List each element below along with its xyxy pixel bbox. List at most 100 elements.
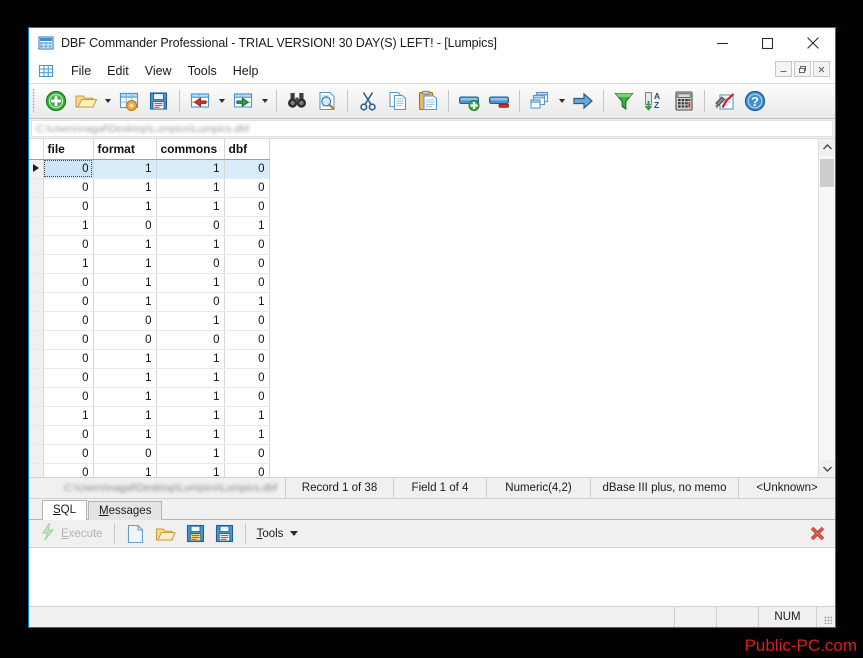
- cell-format[interactable]: 1: [93, 406, 157, 426]
- cell-commons[interactable]: 1: [156, 178, 225, 198]
- save-icon[interactable]: [144, 86, 174, 116]
- row-indicator[interactable]: [29, 254, 44, 274]
- add-record-icon[interactable]: [454, 86, 484, 116]
- column-header-format[interactable]: format: [93, 139, 157, 160]
- cell-dbf[interactable]: 0: [224, 197, 270, 217]
- row-indicator[interactable]: [29, 444, 44, 464]
- cell-format[interactable]: 1: [93, 254, 157, 274]
- scroll-up-button[interactable]: [819, 139, 835, 156]
- structure-icon[interactable]: [114, 86, 144, 116]
- table-row[interactable]: 0110: [29, 235, 270, 255]
- cell-commons[interactable]: 0: [156, 292, 225, 312]
- open-icon[interactable]: [71, 86, 101, 116]
- table-row[interactable]: 1001: [29, 216, 270, 236]
- cell-dbf[interactable]: 0: [224, 387, 270, 407]
- cell-commons[interactable]: 1: [156, 425, 225, 445]
- row-indicator[interactable]: [29, 311, 44, 331]
- cell-dbf[interactable]: 1: [224, 406, 270, 426]
- cell-file[interactable]: 1: [43, 216, 94, 236]
- table-row[interactable]: 0010: [29, 444, 270, 464]
- mdi-restore-button[interactable]: [794, 61, 811, 77]
- table-row[interactable]: 0110: [29, 159, 270, 179]
- cell-format[interactable]: 1: [93, 292, 157, 312]
- export-dropdown-arrow[interactable]: [258, 86, 271, 116]
- cell-dbf[interactable]: 0: [224, 368, 270, 388]
- sql-close-button[interactable]: [808, 524, 827, 548]
- cell-format[interactable]: 1: [93, 349, 157, 369]
- cell-file[interactable]: 0: [43, 444, 94, 464]
- cell-format[interactable]: 1: [93, 387, 157, 407]
- cell-commons[interactable]: 0: [156, 216, 225, 236]
- duplicate-dropdown-arrow[interactable]: [555, 86, 568, 116]
- cell-file[interactable]: 0: [43, 159, 94, 179]
- cell-dbf[interactable]: 0: [224, 235, 270, 255]
- cell-format[interactable]: 1: [93, 425, 157, 445]
- delete-record-icon[interactable]: [484, 86, 514, 116]
- table-row[interactable]: 1111: [29, 406, 270, 426]
- cell-file[interactable]: 0: [43, 387, 94, 407]
- cell-commons[interactable]: 0: [156, 330, 225, 350]
- cell-commons[interactable]: 1: [156, 444, 225, 464]
- row-indicator[interactable]: [29, 178, 44, 198]
- mdi-close-button[interactable]: [813, 61, 830, 77]
- calculator-icon[interactable]: [669, 86, 699, 116]
- options-icon[interactable]: [710, 86, 740, 116]
- table-row[interactable]: 0111: [29, 425, 270, 445]
- row-indicator[interactable]: [29, 368, 44, 388]
- cell-dbf[interactable]: 1: [224, 292, 270, 312]
- table-row[interactable]: 1100: [29, 254, 270, 274]
- cell-commons[interactable]: 1: [156, 235, 225, 255]
- maximize-button[interactable]: [745, 28, 790, 58]
- cell-dbf[interactable]: 1: [224, 425, 270, 445]
- path-input[interactable]: C:\Users\nagaf\Desktop\Lumpics\Lumpics.d…: [31, 120, 833, 137]
- cell-format[interactable]: 0: [93, 216, 157, 236]
- table-row[interactable]: 0000: [29, 330, 270, 350]
- cell-commons[interactable]: 1: [156, 273, 225, 293]
- data-grid[interactable]: file format commons dbf 0110011001101001…: [29, 139, 818, 477]
- cell-file[interactable]: 0: [43, 425, 94, 445]
- floppy-save-as-icon[interactable]: [210, 522, 239, 546]
- row-indicator[interactable]: [29, 387, 44, 407]
- goto-icon[interactable]: [568, 86, 598, 116]
- cell-dbf[interactable]: 0: [224, 311, 270, 331]
- cell-dbf[interactable]: 0: [224, 159, 270, 179]
- table-row[interactable]: 0110: [29, 387, 270, 407]
- import-icon[interactable]: [185, 86, 215, 116]
- cell-format[interactable]: 1: [93, 368, 157, 388]
- scroll-track[interactable]: [819, 156, 835, 460]
- sql-editor[interactable]: [29, 548, 835, 606]
- cell-file[interactable]: 0: [43, 463, 94, 477]
- open-dropdown-arrow[interactable]: [101, 86, 114, 116]
- cell-file[interactable]: 0: [43, 235, 94, 255]
- cell-file[interactable]: 1: [43, 406, 94, 426]
- export-icon[interactable]: [228, 86, 258, 116]
- row-indicator[interactable]: [29, 330, 44, 350]
- cell-dbf[interactable]: 0: [224, 463, 270, 477]
- scroll-down-button[interactable]: [819, 460, 835, 477]
- cell-format[interactable]: 1: [93, 235, 157, 255]
- tab-messages[interactable]: Messages: [88, 501, 163, 520]
- table-row[interactable]: 0101: [29, 292, 270, 312]
- cell-file[interactable]: 0: [43, 311, 94, 331]
- cell-format[interactable]: 1: [93, 273, 157, 293]
- cell-file[interactable]: 0: [43, 178, 94, 198]
- row-indicator[interactable]: [29, 292, 44, 312]
- cell-format[interactable]: 0: [93, 330, 157, 350]
- cell-file[interactable]: 0: [43, 292, 94, 312]
- cell-dbf[interactable]: 1: [224, 216, 270, 236]
- cell-commons[interactable]: 0: [156, 254, 225, 274]
- sql-tools-button[interactable]: Tools: [252, 522, 304, 546]
- mdi-minimize-button[interactable]: [775, 61, 792, 77]
- open-folder-icon[interactable]: [150, 522, 181, 546]
- close-button[interactable]: [790, 28, 835, 58]
- column-header-file[interactable]: file: [43, 139, 94, 160]
- menu-item-help[interactable]: Help: [225, 62, 267, 80]
- row-indicator[interactable]: [29, 235, 44, 255]
- menu-item-view[interactable]: View: [137, 62, 180, 80]
- table-row[interactable]: 0010: [29, 311, 270, 331]
- cell-commons[interactable]: 1: [156, 159, 225, 179]
- minimize-button[interactable]: [700, 28, 745, 58]
- column-header-commons[interactable]: commons: [156, 139, 225, 160]
- cell-commons[interactable]: 1: [156, 463, 225, 477]
- cut-icon[interactable]: [353, 86, 383, 116]
